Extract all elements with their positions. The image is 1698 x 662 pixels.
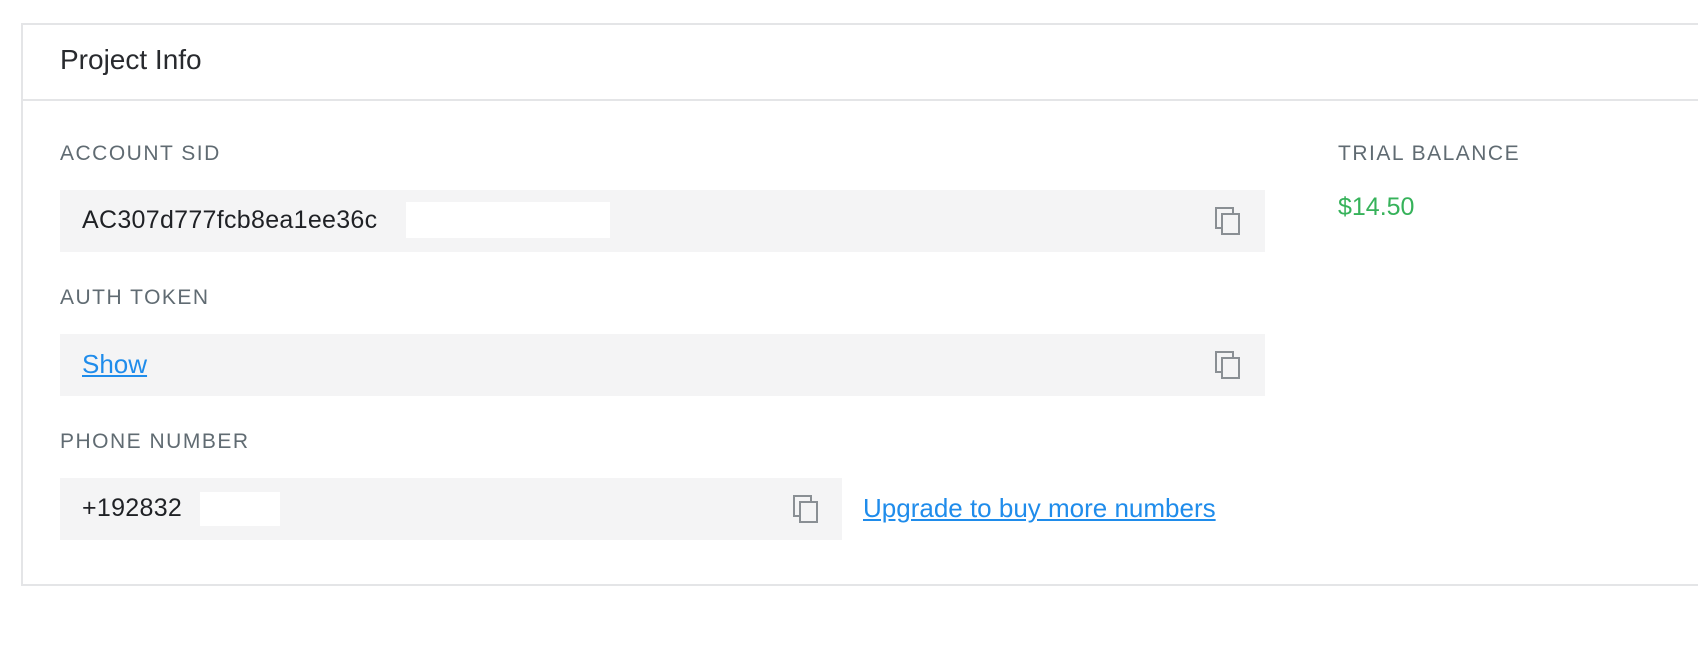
account-sid-value: AC307d777fcb8ea1ee36c	[82, 206, 378, 234]
trial-balance-label: TRIAL BALANCE	[1338, 142, 1521, 165]
phone-number-value: +192832	[82, 494, 183, 522]
account-sid-field: AC307d777fcb8ea1ee36c	[60, 190, 1265, 252]
show-auth-token-link[interactable]: Show	[82, 349, 147, 380]
trial-balance-value: $14.50	[1338, 193, 1415, 221]
phone-number-label: PHONE NUMBER	[60, 430, 250, 453]
panel-header: Project Info	[23, 25, 1698, 101]
panel-title: Project Info	[60, 44, 202, 75]
upgrade-numbers-link[interactable]: Upgrade to buy more numbers	[863, 493, 1216, 524]
phone-number-field: +192832	[60, 478, 842, 540]
auth-token-label: AUTH TOKEN	[60, 286, 210, 309]
auth-token-field: Show	[60, 334, 1265, 396]
project-info-panel: Project Info ACCOUNT SID AC307d777fcb8ea…	[21, 23, 1698, 586]
copy-icon[interactable]	[793, 495, 819, 523]
copy-icon[interactable]	[1215, 207, 1241, 235]
account-sid-redaction	[406, 202, 610, 238]
phone-number-redaction	[200, 492, 280, 526]
account-sid-label: ACCOUNT SID	[60, 142, 221, 165]
copy-icon[interactable]	[1215, 351, 1241, 379]
